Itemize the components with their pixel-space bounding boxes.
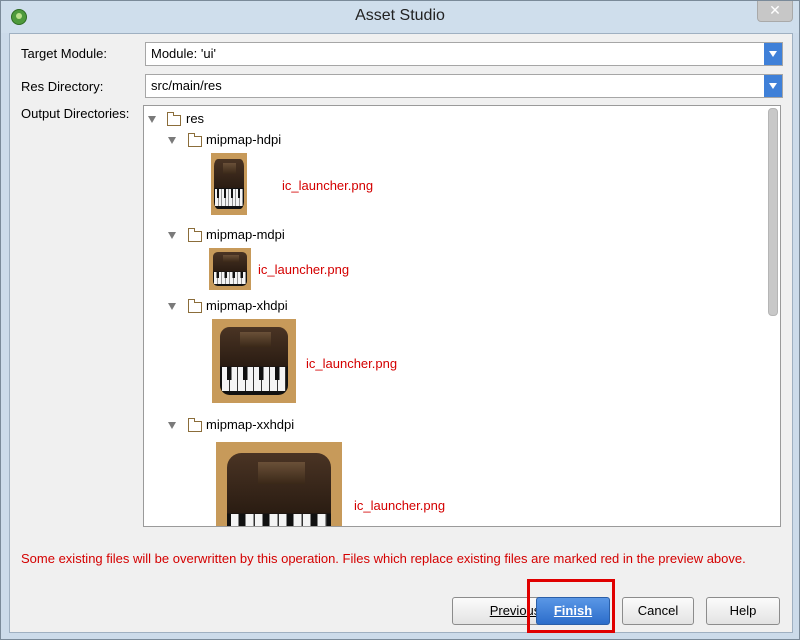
triangle-down-icon[interactable] <box>168 137 176 144</box>
finish-highlight-box <box>527 579 615 633</box>
tree-node-mipmap-xxhdpi[interactable]: mipmap-xxhdpi <box>206 417 294 432</box>
folder-icon <box>188 418 202 432</box>
overwrite-warning: Some existing files will be overwritten … <box>21 551 746 566</box>
folder-icon <box>188 133 202 147</box>
window-title: Asset Studio <box>355 7 445 24</box>
tree-node-mipmap-hdpi[interactable]: mipmap-hdpi <box>206 132 281 147</box>
chevron-down-icon[interactable] <box>764 43 782 65</box>
piano-launcher-icon <box>212 319 296 403</box>
folder-icon <box>188 299 202 313</box>
dialog-content: Target Module: Module: 'ui' Res Director… <box>9 33 793 633</box>
folder-icon <box>188 228 202 242</box>
triangle-down-icon[interactable] <box>168 303 176 310</box>
triangle-down-icon[interactable] <box>168 232 176 239</box>
triangle-down-icon[interactable] <box>148 116 156 123</box>
tree-node-res[interactable]: res <box>186 111 204 126</box>
tree-file-xxhdpi[interactable]: ic_launcher.png <box>354 498 445 513</box>
piano-launcher-icon <box>211 153 247 215</box>
tree-file-hdpi[interactable]: ic_launcher.png <box>282 178 373 193</box>
piano-launcher-icon <box>216 442 342 526</box>
close-button[interactable]: ✕ <box>757 1 793 22</box>
res-directory-label: Res Directory: <box>21 79 104 94</box>
tree-scrollbar[interactable] <box>768 108 778 316</box>
target-module-value: Module: 'ui' <box>151 46 216 61</box>
folder-icon <box>167 112 181 126</box>
chevron-down-icon[interactable] <box>764 75 782 97</box>
res-directory-value: src/main/res <box>151 78 222 93</box>
target-module-select[interactable]: Module: 'ui' <box>145 42 783 66</box>
output-directories-tree[interactable]: res mipmap-hdpi ic_launcher.png mipmap-m… <box>143 105 781 527</box>
res-directory-select[interactable]: src/main/res <box>145 74 783 98</box>
output-directories-label: Output Directories: <box>21 106 130 121</box>
tree-node-mipmap-xhdpi[interactable]: mipmap-xhdpi <box>206 298 288 313</box>
tree-node-mipmap-mdpi[interactable]: mipmap-mdpi <box>206 227 285 242</box>
target-module-label: Target Module: <box>21 46 107 61</box>
dialog-window: Asset Studio ✕ Target Module: Module: 'u… <box>0 0 800 640</box>
triangle-down-icon[interactable] <box>168 422 176 429</box>
tree-file-xhdpi[interactable]: ic_launcher.png <box>306 356 397 371</box>
help-button[interactable]: Help <box>706 597 780 625</box>
tree-file-mdpi[interactable]: ic_launcher.png <box>258 262 349 277</box>
cancel-button[interactable]: Cancel <box>622 597 694 625</box>
title-bar: Asset Studio ✕ <box>1 1 799 33</box>
piano-launcher-icon <box>209 248 251 290</box>
